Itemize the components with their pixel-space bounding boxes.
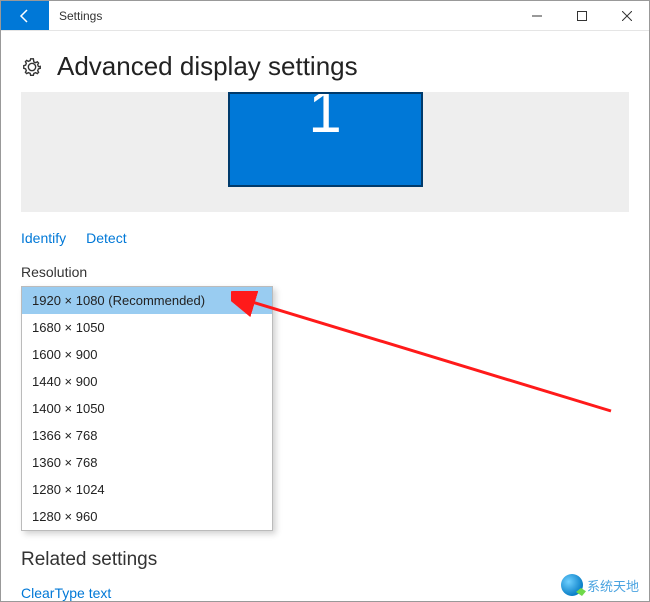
maximize-button[interactable] [559,1,604,30]
minimize-icon [532,11,542,21]
detect-link[interactable]: Detect [86,230,126,246]
monitor-1[interactable]: 1 [228,92,423,187]
monitor-number: 1 [308,94,341,130]
resolution-option[interactable]: 1280 × 1024 [22,476,272,503]
identify-link[interactable]: Identify [21,230,66,246]
cleartype-link[interactable]: ClearType text [21,585,111,601]
minimize-button[interactable] [514,1,559,30]
gear-icon [21,56,43,78]
resolution-option[interactable]: 1920 × 1080 (Recommended) [22,287,272,314]
arrow-left-icon [17,8,33,24]
back-button[interactable] [1,1,49,30]
resolution-option[interactable]: 1366 × 768 [22,422,272,449]
display-links: Identify Detect [1,220,649,264]
resolution-option[interactable]: 1440 × 900 [22,368,272,395]
annotation-arrow [231,291,631,441]
maximize-icon [577,11,587,21]
resolution-label: Resolution [1,264,649,284]
resolution-option[interactable]: 1600 × 900 [22,341,272,368]
page-heading-row: Advanced display settings [1,31,649,92]
monitor-preview-area: 1 [21,92,629,212]
watermark-logo-icon [561,574,583,596]
resolution-option[interactable]: 1680 × 1050 [22,314,272,341]
window-controls [514,1,649,30]
titlebar: Settings [1,1,649,31]
watermark-text: 系统天地 [587,576,639,595]
related-settings-heading: Related settings [21,549,157,571]
watermark: 系统天地 [561,574,639,596]
window-title: Settings [49,1,514,30]
resolution-option[interactable]: 1400 × 1050 [22,395,272,422]
resolution-option[interactable]: 1360 × 768 [22,449,272,476]
resolution-option[interactable]: 1280 × 960 [22,503,272,530]
page-title: Advanced display settings [57,51,358,82]
close-icon [622,11,632,21]
resolution-dropdown[interactable]: 1920 × 1080 (Recommended) 1680 × 1050 16… [21,286,273,531]
close-button[interactable] [604,1,649,30]
